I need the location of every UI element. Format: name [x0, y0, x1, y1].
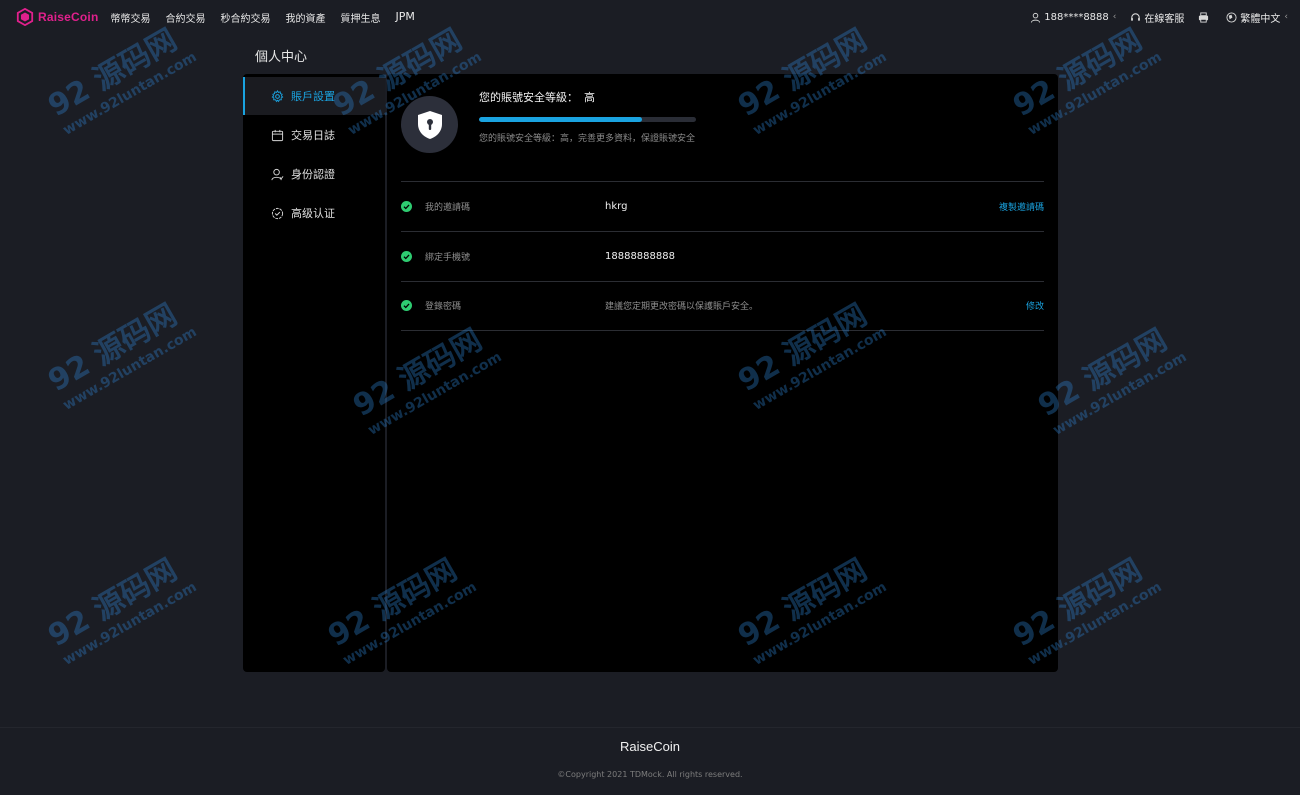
globe-icon — [1226, 11, 1237, 23]
sidebar-item-identity-verification[interactable]: 身份認證 — [243, 155, 385, 193]
page-title: 個人中心 — [255, 50, 308, 65]
security-level-value: 高 — [584, 91, 595, 104]
logo[interactable]: RaiseCoin — [16, 0, 98, 34]
footer-brand: RaiseCoin — [620, 739, 680, 754]
language-selector[interactable]: 繁體中文 ‹ — [1226, 10, 1288, 25]
row-label: 我的邀請碼 — [425, 203, 471, 213]
watermark: 92 源码网 www.92luntan.com — [42, 297, 200, 414]
badge-check-icon — [271, 207, 284, 219]
calendar-icon — [271, 129, 284, 141]
security-level-label: 您的賬號安全等級： — [479, 91, 578, 104]
logo-text: RaiseCoin — [38, 10, 99, 24]
user-phone: 188****8888 — [1044, 11, 1109, 23]
support-label: 在線客服 — [1144, 13, 1185, 25]
login-password-row: 登錄密碼 建議您定期更改密碼以保護賬戶安全。 修改 — [401, 281, 1044, 330]
sidebar: 賬戶設置 交易日誌 身份認證 高级认证 — [243, 74, 385, 672]
bound-phone-row: 綁定手機號 18888888888 — [401, 232, 1044, 281]
nav-second-contract[interactable]: 秒合約交易 — [220, 10, 270, 25]
sidebar-item-account-settings[interactable]: 賬戶設置 — [243, 77, 385, 115]
sidebar-item-trade-log[interactable]: 交易日誌 — [243, 116, 385, 154]
watermark: 92 源码网 www.92luntan.com — [42, 552, 200, 669]
divider — [401, 330, 1044, 331]
shield-icon — [417, 110, 442, 139]
password-hint: 建議您定期更改密碼以保護賬戶安全。 — [605, 302, 759, 312]
check-circle-icon — [401, 300, 412, 311]
support-link[interactable]: 在線客服 — [1130, 10, 1184, 25]
sidebar-item-label: 賬戶設置 — [291, 90, 335, 103]
nav-coin-trade[interactable]: 幣幣交易 — [110, 10, 150, 25]
gear-icon — [271, 89, 284, 102]
copy-invite-code-link[interactable]: 複製邀請碼 — [999, 200, 1044, 213]
sidebar-item-label: 高级认证 — [291, 207, 335, 220]
account-settings-panel: 您的賬號安全等級： 高 您的賬號安全等級：高，完善更多資料，保證賬號安全 我的邀請… — [387, 74, 1058, 672]
security-description: 您的賬號安全等級：高，完善更多資料，保證賬號安全 — [479, 134, 696, 144]
nav-staking[interactable]: 質押生息 — [340, 10, 380, 25]
security-progress-bar — [479, 117, 696, 122]
check-circle-icon — [401, 201, 412, 212]
user-menu[interactable]: 188****8888 ‹ — [1030, 12, 1116, 23]
user-icon — [1031, 12, 1041, 23]
nav-jpm[interactable]: JPM — [395, 10, 414, 25]
sidebar-item-label: 身份認證 — [291, 168, 335, 181]
nav-contract-trade[interactable]: 合約交易 — [165, 10, 205, 25]
main-nav: 幣幣交易 合約交易 秒合約交易 我的資產 質押生息 JPM — [110, 10, 429, 25]
modify-password-link[interactable]: 修改 — [1026, 299, 1044, 312]
top-right-menu: 188****8888 ‹ 在線客服 繁體中文 ‹ — [1016, 0, 1288, 34]
check-circle-icon — [401, 251, 412, 262]
printer-icon — [1199, 11, 1209, 23]
invite-code-row: 我的邀請碼 hkrg 複製邀請碼 — [401, 182, 1044, 231]
chevron-left-icon: ‹ — [1112, 12, 1117, 22]
watermark: 92 源码网 www.92luntan.com — [1032, 322, 1190, 439]
top-navbar: RaiseCoin 幣幣交易 合約交易 秒合約交易 我的資產 質押生息 JPM … — [0, 0, 1300, 34]
raisecoin-logo-icon — [16, 8, 34, 26]
security-level-title: 您的賬號安全等級： 高 — [479, 89, 595, 105]
headset-icon — [1131, 12, 1141, 21]
security-shield — [401, 96, 458, 153]
phone-number-value: 18888888888 — [605, 251, 675, 262]
sidebar-item-label: 交易日誌 — [291, 129, 335, 142]
chevron-left-icon: ‹ — [1284, 12, 1288, 22]
footer-copyright: ©Copyright 2021 TDMock. All rights reser… — [557, 770, 743, 779]
download-button[interactable] — [1198, 11, 1212, 23]
language-label: 繁體中文 — [1240, 13, 1281, 25]
page: RaiseCoin 幣幣交易 合約交易 秒合約交易 我的資產 質押生息 JPM … — [0, 0, 1300, 795]
user-icon — [271, 168, 284, 180]
nav-my-assets[interactable]: 我的資產 — [285, 10, 325, 25]
invite-code-value: hkrg — [605, 201, 628, 212]
footer-divider — [0, 727, 1300, 728]
row-label: 綁定手機號 — [425, 253, 471, 263]
sidebar-item-advanced-verification[interactable]: 高级认证 — [243, 194, 385, 232]
row-label: 登錄密碼 — [425, 302, 462, 312]
security-progress-fill — [479, 117, 642, 122]
